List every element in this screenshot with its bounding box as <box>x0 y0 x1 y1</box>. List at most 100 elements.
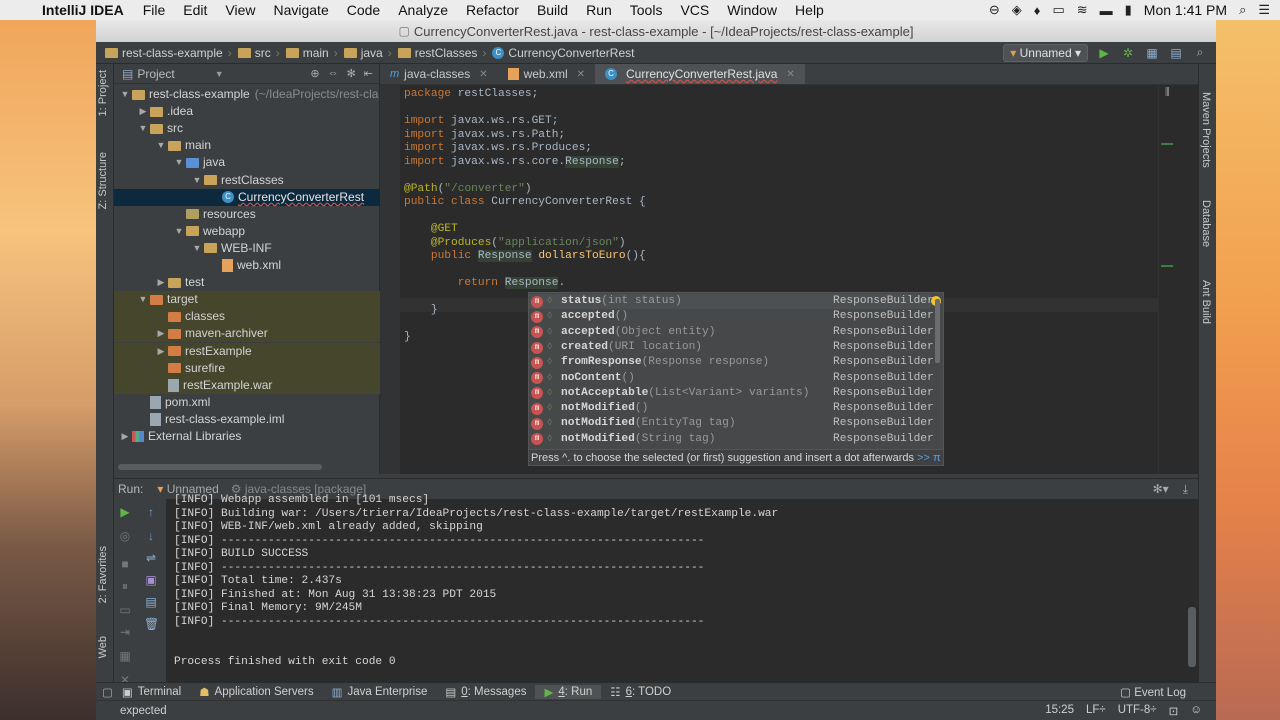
battery-icon[interactable]: ▮ <box>1125 2 1132 18</box>
expand-arrow-icon[interactable]: ▼ <box>118 86 132 103</box>
tree-item[interactable]: pom.xml <box>114 394 210 411</box>
expand-arrow-icon[interactable]: ▼ <box>172 223 186 240</box>
sync-icon[interactable]: ⊕ <box>310 67 319 80</box>
screen-icon[interactable]: ⊖ <box>989 2 1000 18</box>
notification-icon[interactable]: ♦ <box>1034 3 1041 18</box>
wifi-icon[interactable]: ≋ <box>1077 2 1088 18</box>
close-icon[interactable]: ✕ <box>786 69 794 80</box>
tab-event-log[interactable]: ▢ Event Log <box>1120 685 1216 699</box>
tree-item[interactable]: resources <box>114 206 256 223</box>
tab-application-servers[interactable]: ☗ Application Servers <box>190 685 322 699</box>
tab-database[interactable]: Database <box>1200 200 1212 247</box>
completion-item[interactable]: m ◊ accepted() ResponseBuilder <box>529 309 934 324</box>
hide-icon[interactable]: ⇤ <box>364 67 373 80</box>
menu-build[interactable]: Build <box>528 2 577 18</box>
settings-icon[interactable]: ✻▾ <box>1153 482 1169 497</box>
dropbox-icon[interactable]: ◈ <box>1012 2 1022 18</box>
tree-item[interactable]: web.xml <box>114 257 281 274</box>
completion-item[interactable]: m ◊ created (URI location) ResponseBuilder <box>529 340 934 355</box>
breadcrumb-java[interactable]: java › <box>341 46 395 60</box>
tab-java-classes[interactable]: m java-classes ✕ <box>380 64 498 84</box>
expand-arrow-icon[interactable]: ▼ <box>136 291 150 308</box>
completion-item[interactable]: m ◊ notModified() ResponseBuilder <box>529 401 934 416</box>
scroll-end-icon[interactable]: ▣ <box>144 573 158 587</box>
exit-icon[interactable]: ⇥ <box>118 625 132 639</box>
tab-java-enterprise[interactable]: ▥ Java Enterprise <box>323 685 437 699</box>
run-configuration-select[interactable]: ▾ Unnamed ▾ <box>1003 43 1088 62</box>
search-icon[interactable]: ⌕ <box>1192 45 1208 61</box>
debug-icon[interactable]: ✲ <box>1120 45 1136 61</box>
tree-item[interactable]: ▼ WEB-INF <box>114 240 272 257</box>
menu-file[interactable]: File <box>134 2 175 18</box>
expand-arrow-icon[interactable]: ▼ <box>190 240 204 257</box>
run-icon[interactable]: ▶ <box>1096 45 1112 61</box>
menu-refactor[interactable]: Refactor <box>457 2 528 18</box>
tab-currency-converter[interactable]: C CurrencyConverterRest.java ✕ <box>595 64 805 84</box>
tree-item[interactable]: ▶ .idea <box>114 103 194 120</box>
breadcrumb-project[interactable]: rest-class-example › <box>102 46 235 60</box>
collapse-arrow-icon[interactable]: ▶ <box>154 274 168 291</box>
expand-arrow-icon[interactable]: ▼ <box>154 137 168 154</box>
expand-arrow-icon[interactable]: ▼ <box>190 172 204 189</box>
console-output[interactable]: [INFO] Webapp assembled in [101 msecs] [I… <box>172 494 1182 688</box>
soft-wrap-icon[interactable]: ⇌ <box>144 551 158 565</box>
airplay-icon[interactable]: ▭ <box>1052 2 1064 18</box>
tree-item[interactable]: ▶ maven-archiver <box>114 325 380 343</box>
collapse-icon[interactable]: ⇔ <box>328 67 339 80</box>
completion-item[interactable]: m ◊ accepted (Object entity) ResponseBuilder <box>529 325 934 340</box>
tree-item[interactable]: ▼ rest-class-example (~/IdeaProjects/rest-… <box>114 86 379 103</box>
menu-analyze[interactable]: Analyze <box>389 2 457 18</box>
tab-maven-projects[interactable]: Maven Projects <box>1200 92 1212 168</box>
tree-item[interactable]: ▶ test <box>114 274 205 291</box>
tree-item[interactable]: ▼ java <box>114 154 225 171</box>
close-icon[interactable]: ✕ <box>479 69 487 80</box>
completion-item[interactable]: m ◊ fromResponse (Response response) Respons… <box>529 355 934 370</box>
pin-icon[interactable]: ▦ <box>118 649 132 663</box>
project-view-title[interactable]: Project <box>137 67 174 81</box>
tab-structure[interactable]: Z: Structure <box>97 152 109 209</box>
tree-item[interactable]: ▼ webapp <box>114 223 246 240</box>
file-encoding[interactable]: UTF-8÷ <box>1118 704 1157 718</box>
completion-scrollbar[interactable] <box>935 299 940 363</box>
sdk-icon[interactable]: ▤ <box>1168 45 1184 61</box>
collapse-arrow-icon[interactable]: ▶ <box>118 428 132 445</box>
completion-item[interactable]: m ◊ notAcceptable (List<Variant> variants) R… <box>529 386 934 401</box>
lock-icon[interactable]: ⊡ <box>1169 704 1179 718</box>
dump-icon[interactable]: ▭ <box>118 603 132 617</box>
completion-item[interactable]: m ◊ noContent() ResponseBuilder <box>529 371 934 386</box>
menu-code[interactable]: Code <box>338 2 389 18</box>
gear-icon[interactable]: ✻ <box>347 67 356 80</box>
expand-arrow-icon[interactable]: ▼ <box>136 120 150 137</box>
down-arrow-icon[interactable]: ↓ <box>144 529 158 543</box>
tab-run[interactable]: ▶ 4: Run <box>535 684 602 699</box>
flag-icon[interactable]: ▬ <box>1100 3 1113 18</box>
tree-item[interactable]: classes <box>114 308 380 326</box>
clock[interactable]: Mon 1:41 PM <box>1144 2 1227 18</box>
stop-icon[interactable]: ■ <box>118 557 132 571</box>
caret-position[interactable]: 15:25 <box>1045 704 1074 718</box>
tree-item[interactable]: ▼ src <box>114 120 183 137</box>
tree-item[interactable]: ▼ main <box>114 137 211 154</box>
hide-panel-icon[interactable]: ⤓ <box>1183 482 1188 497</box>
rerun-icon[interactable]: ▶ <box>118 505 132 519</box>
pause-icon[interactable]: ◎ <box>118 529 132 543</box>
breadcrumb-src[interactable]: src › <box>235 46 283 60</box>
breadcrumb-class[interactable]: C CurrencyConverterRest <box>489 46 637 60</box>
tab-web-xml[interactable]: web.xml ✕ <box>498 64 595 84</box>
menu-help[interactable]: Help <box>786 2 833 18</box>
tab-messages[interactable]: ▤ 0: Messages <box>436 685 535 699</box>
menu-run[interactable]: Run <box>577 2 621 18</box>
error-stripe-mark[interactable] <box>1161 265 1173 267</box>
spotlight-icon[interactable]: ⌕ <box>1239 2 1246 18</box>
menu-navigate[interactable]: Navigate <box>264 2 337 18</box>
tab-todo[interactable]: ☷ 6: TODO <box>601 685 680 699</box>
tab-project[interactable]: 1: Project <box>97 70 109 116</box>
up-arrow-icon[interactable]: ↑ <box>144 505 158 519</box>
close-icon[interactable]: ✕ <box>577 69 585 80</box>
collapse-arrow-icon[interactable]: ▶ <box>154 343 168 360</box>
clear-icon[interactable]: 🗑 <box>144 617 159 631</box>
tree-item[interactable]: C CurrencyConverterRest <box>114 188 380 206</box>
toggle-tool-windows-icon[interactable]: ▢ <box>96 685 113 699</box>
menu-view[interactable]: View <box>216 2 264 18</box>
tab-terminal[interactable]: ▣ Terminal <box>113 685 190 699</box>
